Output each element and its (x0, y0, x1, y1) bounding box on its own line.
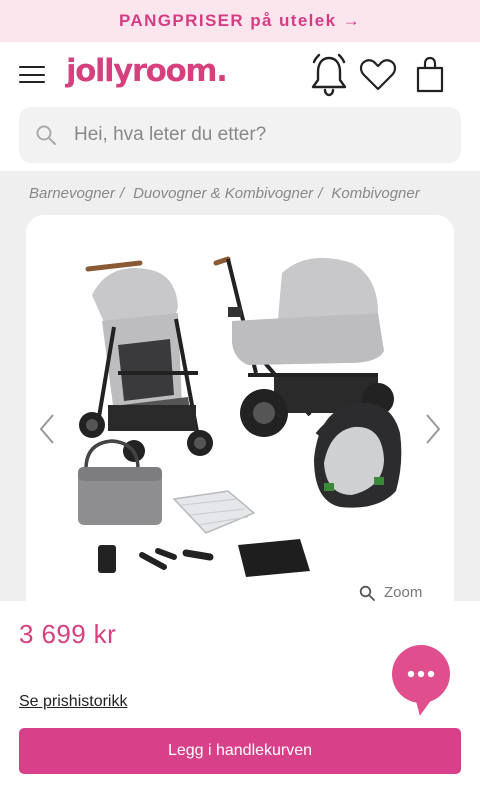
breadcrumb-item-barnevogner[interactable]: Barnevogner (29, 185, 115, 202)
search-icon (35, 124, 57, 151)
promo-banner[interactable]: PANGPRISER på utelek → (0, 0, 480, 42)
breadcrumb-separator: / (318, 185, 323, 202)
purchase-panel: 3 699 kr Se prishistorikk Legg i handlek… (0, 601, 480, 805)
site-header: jollyroom. (0, 42, 480, 106)
breadcrumb-separator: / (119, 185, 125, 202)
menu-icon[interactable] (19, 66, 45, 84)
breadcrumb-item-duovogner[interactable]: Duovogner & Kombivogner (133, 185, 313, 202)
product-image-card: Zoom (26, 215, 454, 615)
heart-icon[interactable] (356, 52, 400, 98)
chevron-right-icon[interactable] (421, 411, 445, 447)
shopping-bag-icon[interactable] (408, 52, 452, 98)
chat-dots-icon (407, 670, 435, 678)
bell-icon[interactable] (307, 52, 351, 98)
zoom-label: Zoom (384, 584, 423, 601)
chat-button[interactable] (392, 645, 450, 703)
price-history-link[interactable]: Se prishistorikk (19, 693, 127, 711)
chevron-left-icon[interactable] (35, 411, 59, 447)
search-bar-container (0, 106, 480, 171)
zoom-button[interactable]: Zoom (359, 584, 422, 601)
promo-text[interactable]: PANGPRISER på utelek → (119, 11, 361, 31)
search-input[interactable] (74, 107, 444, 163)
product-price: 3 699 kr (19, 619, 117, 649)
site-logo[interactable]: jollyroom. (66, 53, 228, 89)
search-field[interactable] (19, 107, 461, 163)
breadcrumb-item-kombivogner[interactable]: Kombivogner (331, 185, 419, 202)
add-to-cart-button[interactable]: Legg i handlekurven (19, 728, 461, 774)
product-image-stroller-set[interactable] (78, 255, 408, 585)
zoom-icon (359, 585, 375, 601)
breadcrumb: Barnevogner / Duovogner & Kombivogner / … (29, 185, 420, 202)
